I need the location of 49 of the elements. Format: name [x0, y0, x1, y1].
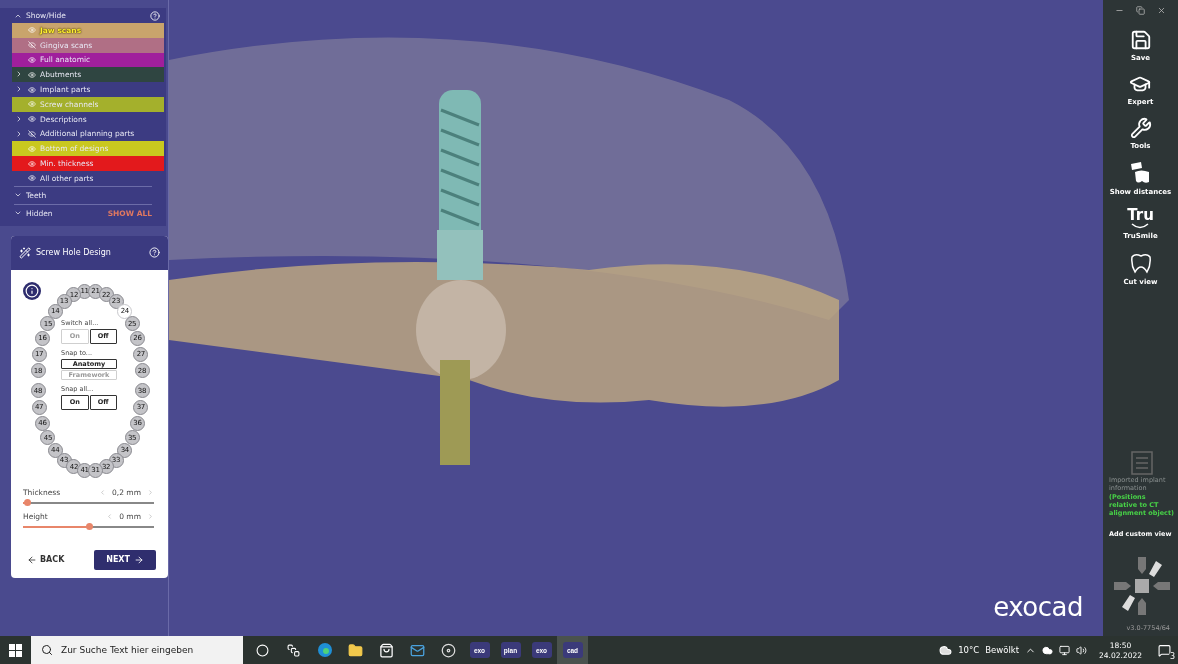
wrench-icon — [1129, 117, 1152, 139]
close-icon[interactable] — [1157, 6, 1166, 15]
cloud-icon — [939, 643, 953, 657]
arrow-left-icon — [27, 554, 37, 565]
save-icon — [1129, 29, 1152, 51]
slider-track[interactable] — [23, 525, 154, 528]
help-icon[interactable] — [149, 247, 160, 259]
mail-icon — [410, 642, 425, 658]
arrow-right-icon — [134, 554, 144, 565]
expand-icon[interactable] — [15, 114, 23, 123]
eye-icon[interactable] — [28, 115, 36, 124]
weather-text: Bewölkt — [985, 645, 1020, 655]
circle-icon — [256, 643, 269, 657]
slider-track[interactable] — [23, 501, 154, 504]
eye-icon[interactable] — [28, 70, 36, 79]
eye-icon[interactable] — [28, 85, 36, 94]
eye-icon[interactable] — [28, 56, 36, 64]
logo: exocad — [993, 592, 1083, 622]
windows-logo-icon — [9, 643, 22, 657]
shopping-bag-icon — [379, 642, 394, 658]
eye-off-icon[interactable] — [28, 129, 36, 138]
expand-icon[interactable] — [15, 85, 23, 94]
volume-icon[interactable] — [1076, 644, 1088, 656]
list-icon — [1130, 451, 1153, 475]
next-button[interactable]: NEXT — [94, 549, 156, 570]
search-field[interactable]: Zur Suche Text hier eingeben — [31, 636, 243, 664]
browser-icon — [316, 642, 333, 658]
eye-icon[interactable] — [28, 159, 36, 168]
slider-thumb[interactable] — [85, 522, 93, 530]
help-icon[interactable] — [150, 10, 160, 21]
folder-icon — [348, 642, 363, 658]
disc-icon — [441, 642, 456, 658]
back-button[interactable]: BACK — [23, 550, 69, 569]
card-title: Screw Hole Design — [36, 248, 111, 258]
notification-button[interactable]: 3 — [1154, 640, 1174, 660]
weather-temp: 10°C — [958, 645, 980, 655]
expand-icon[interactable] — [15, 70, 23, 79]
task-view-icon — [287, 643, 300, 657]
view-cube-icon[interactable] — [1111, 555, 1172, 617]
slider-thumb[interactable] — [23, 498, 31, 506]
info-icon[interactable] — [23, 281, 41, 300]
eye-icon[interactable] — [28, 174, 36, 183]
expand-icon[interactable] — [15, 129, 23, 138]
tooth-icon — [1128, 251, 1153, 275]
magic-wand-icon — [19, 246, 31, 259]
cloud-icon[interactable] — [1042, 644, 1054, 656]
eye-off-icon[interactable] — [28, 41, 36, 50]
monitor-icon[interactable] — [1059, 644, 1071, 656]
restore-icon[interactable] — [1136, 6, 1145, 15]
